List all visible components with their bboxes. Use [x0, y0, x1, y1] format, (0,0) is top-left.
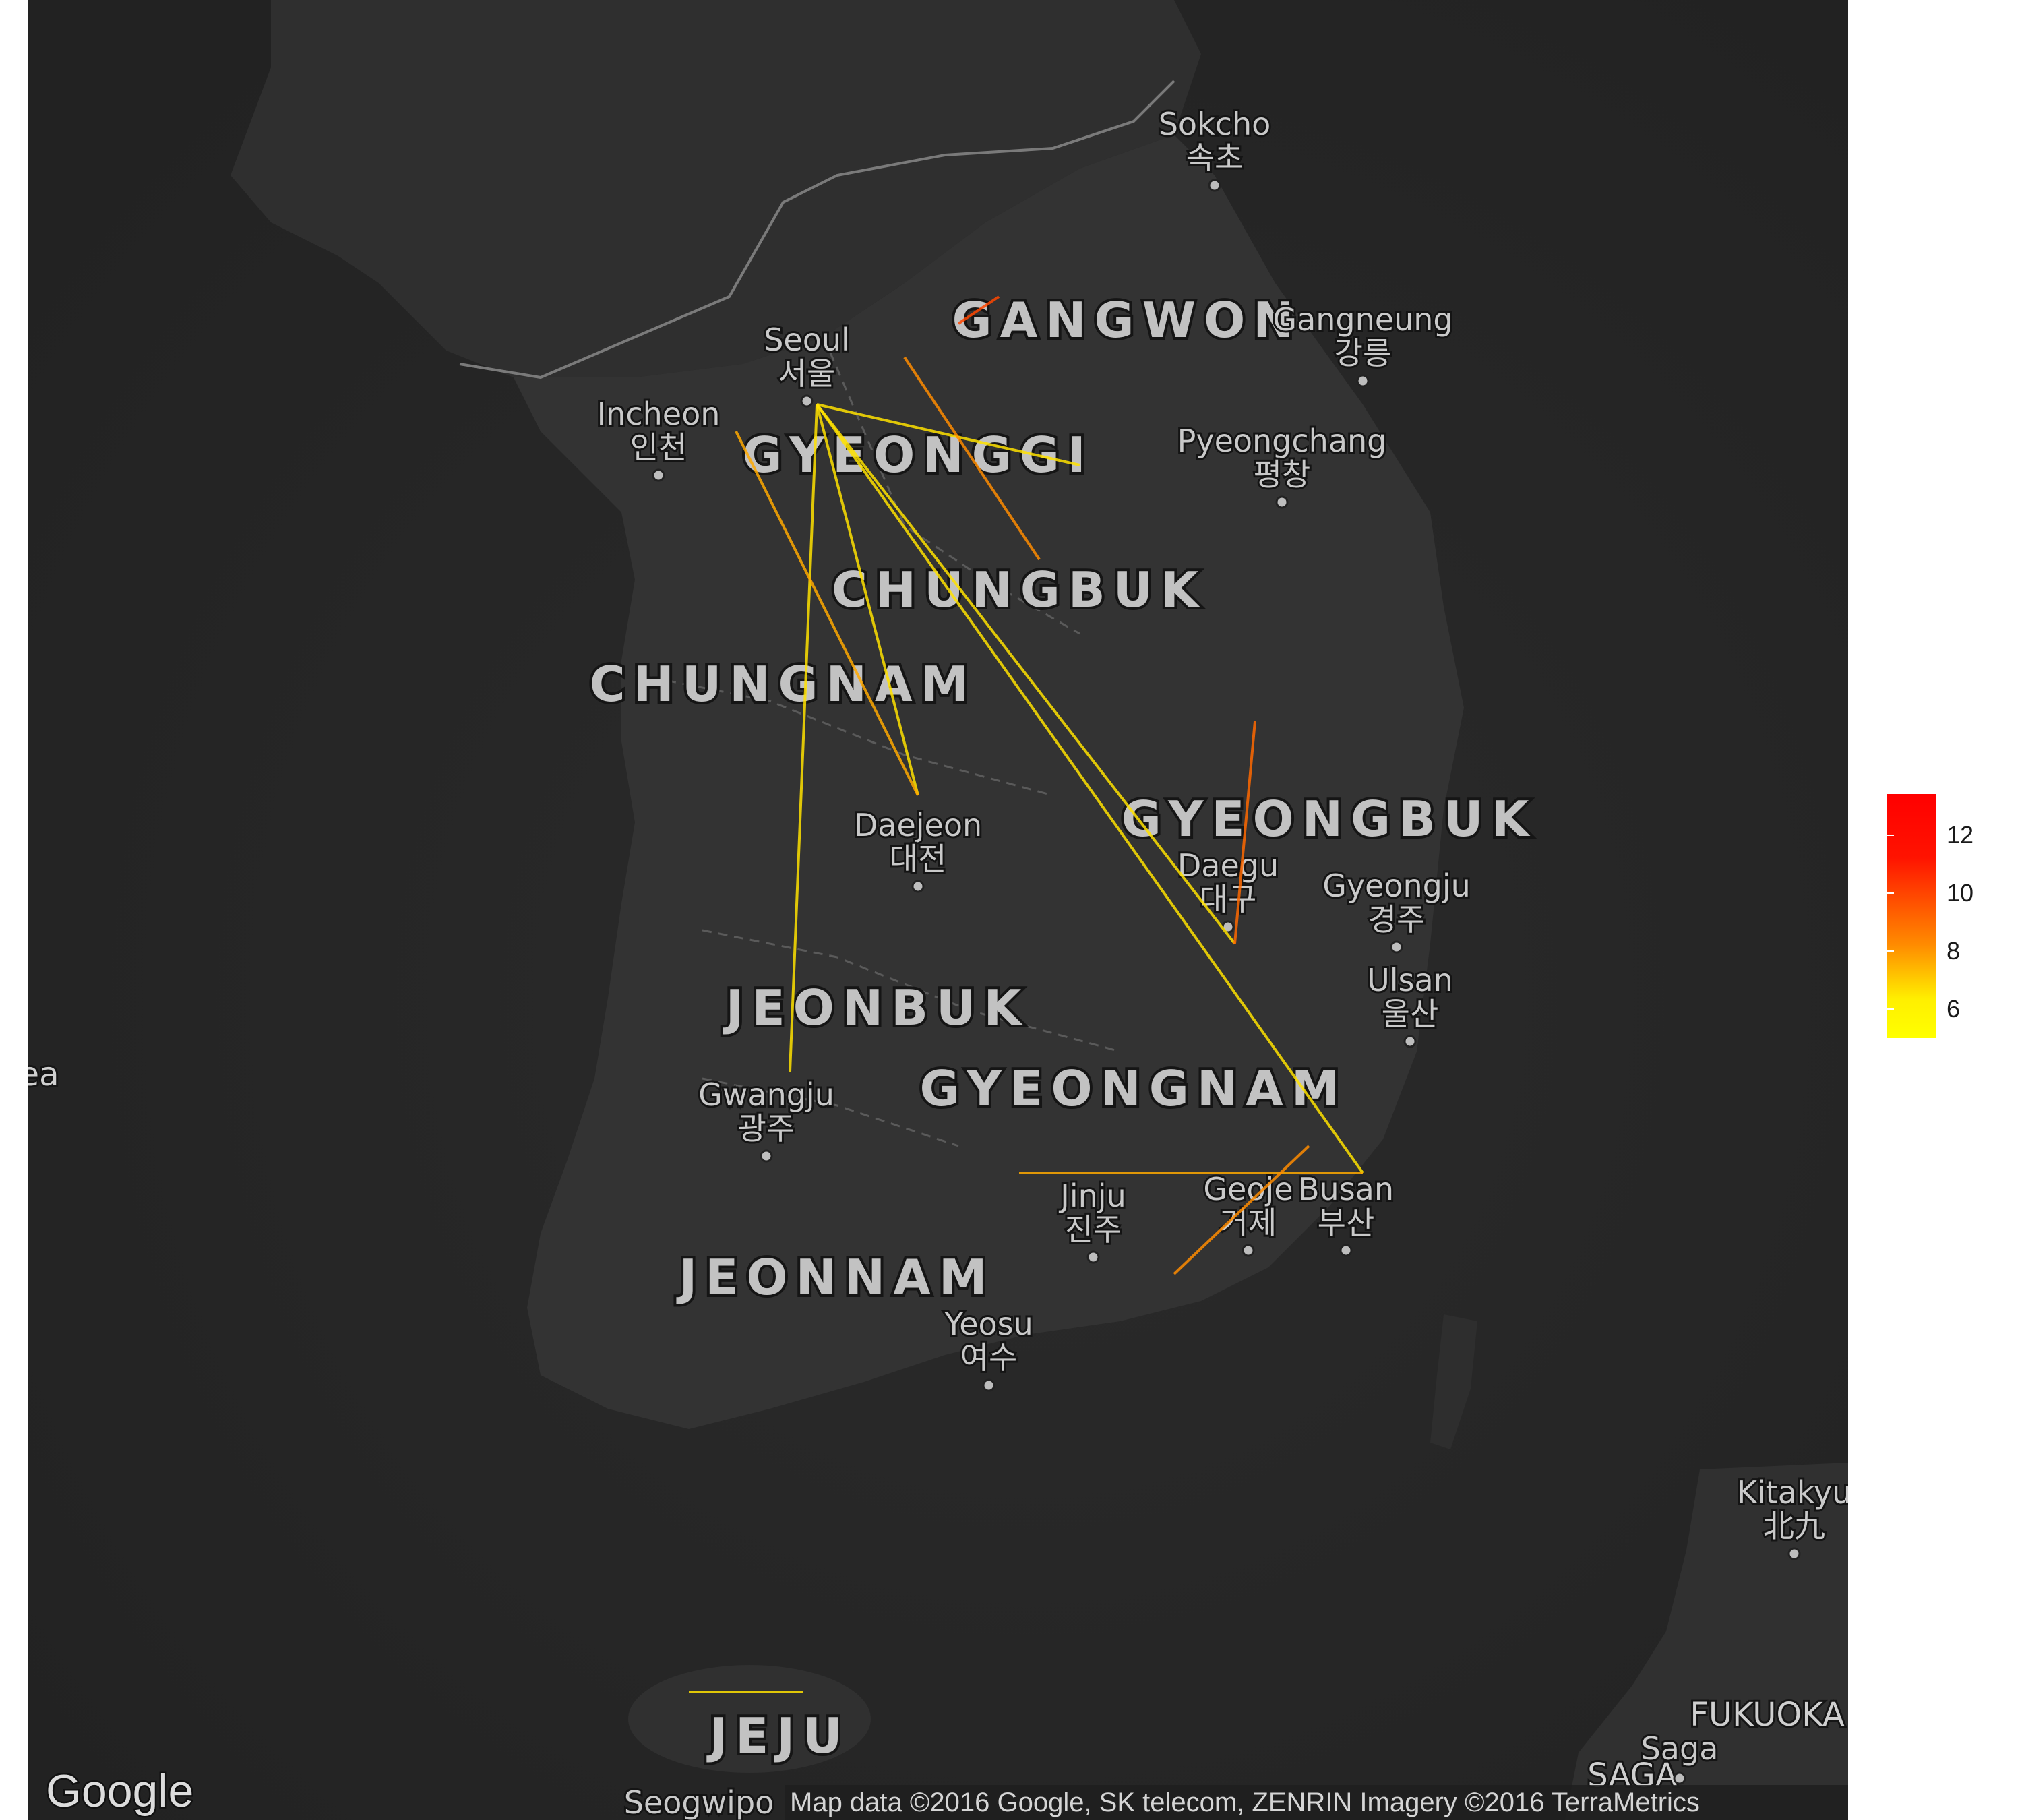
region-label-jeju: JEJU	[706, 1707, 850, 1764]
city-name-ko: 여수	[960, 1339, 1018, 1376]
legend-tick	[1936, 892, 1942, 894]
city-name-en: Pyeongchang	[1177, 423, 1387, 459]
city-name-en: Jinju	[1058, 1178, 1126, 1214]
city-marker	[1339, 1244, 1353, 1257]
map-panel[interactable]: GANGWON GYEONGGI CHUNGBUK CHUNGNAM GYEONGBUK…	[28, 0, 1848, 1820]
region-label-chungbuk: CHUNGBUK	[832, 562, 1206, 618]
city-name-en: Gyeongju	[1322, 868, 1471, 904]
city-name-ko: 광주	[738, 1110, 795, 1147]
city-marker	[1208, 179, 1221, 192]
city-name-en: Ulsan	[1367, 962, 1453, 998]
city-name-en: Busan	[1298, 1171, 1394, 1207]
legend-tick	[1887, 892, 1894, 894]
region-label-fukuoka: FUKUOKA	[1690, 1696, 1844, 1734]
city-name-ko: 대전	[890, 841, 947, 877]
city-name-en: Sokcho	[1159, 106, 1271, 142]
city-name-ko: 울산	[1382, 996, 1439, 1032]
legend-tick	[1887, 950, 1894, 952]
city-marker	[1086, 1250, 1100, 1264]
city-name-ko: 부산	[1318, 1205, 1375, 1241]
city-name-en: Seoul	[764, 322, 850, 358]
city-marker	[982, 1378, 995, 1392]
city-name-en: Daejeon	[854, 807, 982, 843]
city-name-ko: 北九	[1763, 1508, 1825, 1544]
region-label-gangwon: GANGWON	[952, 292, 1301, 348]
city-marker	[1787, 1547, 1801, 1560]
city-name-en: Seogwipo	[624, 1784, 774, 1820]
legend-tick	[1887, 835, 1894, 836]
city-name-en: Incheon	[597, 396, 721, 432]
legend-colorbar	[1887, 794, 1936, 1038]
region-label-jeonnam: JEONNAM	[675, 1249, 995, 1306]
city-marker	[652, 468, 665, 482]
city-seogwipo[interactable]: Seogwipo	[622, 1782, 776, 1820]
region-label-jeonbuk: JEONBUK	[723, 979, 1030, 1036]
city-marker	[1242, 1244, 1255, 1257]
city-name-en: Gangneung	[1273, 301, 1452, 338]
city-name-en: Yeosu	[944, 1306, 1033, 1342]
legend-label-12: 12	[1947, 821, 1974, 849]
city-name-en: Gwangju	[698, 1076, 834, 1113]
city-name-ko: 진주	[1065, 1211, 1122, 1248]
region-label-chungnam: CHUNGNAM	[590, 656, 977, 712]
city-name-en: Daegu	[1177, 847, 1279, 884]
city-marker	[760, 1149, 773, 1163]
city-name-en: Kitakyu	[1737, 1474, 1848, 1511]
city-marker	[1390, 940, 1403, 954]
city-name-ko: 경주	[1368, 901, 1426, 938]
city-name-ko: 대구	[1200, 881, 1257, 917]
city-name-ko: 강릉	[1335, 335, 1392, 371]
city-marker	[1673, 1771, 1686, 1785]
legend-label-6: 6	[1947, 995, 1961, 1023]
map-canvas[interactable]: GANGWONGYEONGGICHUNGBUKCHUNGNAMGYEONGBUK…	[28, 0, 1848, 1820]
legend-tick	[1936, 950, 1942, 952]
city-marker	[911, 880, 925, 893]
city-name-en: Saga	[1641, 1730, 1719, 1767]
map-attribution[interactable]: Map data ©2016 Google, SK telecom, ZENRI…	[790, 1788, 1700, 1818]
city-name-ko: 속초	[1186, 140, 1244, 176]
region-label-gyeongbuk: GYEONGBUK	[1122, 791, 1537, 847]
legend-label-10: 10	[1947, 879, 1974, 907]
city-marker	[1356, 374, 1370, 388]
region-label-sea-edge: ea	[28, 1056, 59, 1093]
city-name-ko: 평창	[1254, 456, 1311, 493]
color-legend: 12 10 8 6	[1880, 794, 2002, 1050]
legend-tick	[1887, 1008, 1894, 1010]
google-logo[interactable]: Google	[44, 1764, 195, 1819]
city-marker	[1275, 495, 1289, 509]
legend-tick	[1936, 1008, 1942, 1010]
city-name-ko: 인천	[630, 429, 687, 466]
legend-label-8: 8	[1947, 937, 1961, 965]
city-marker	[800, 394, 814, 408]
city-name-ko: 서울	[778, 355, 836, 392]
region-label-gyeongnam: GYEONGNAM	[919, 1060, 1347, 1117]
city-marker	[1403, 1035, 1417, 1048]
legend-tick	[1936, 835, 1942, 836]
